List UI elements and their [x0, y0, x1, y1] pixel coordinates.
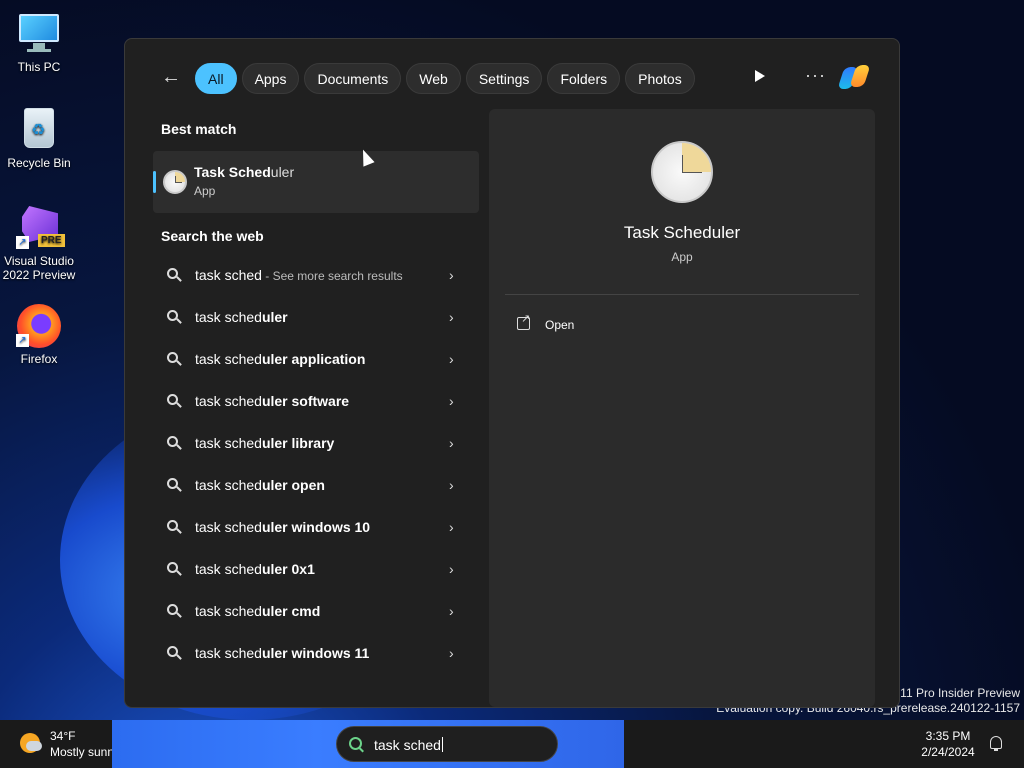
web-result-item[interactable]: task scheduler 0x1 › — [153, 550, 479, 592]
taskbar-search-box[interactable]: task sched — [336, 726, 558, 762]
web-result-label: task scheduler — [195, 309, 288, 325]
web-result-label: task sched - See more search results — [195, 267, 403, 283]
firefox-icon: ↗ — [16, 302, 62, 348]
web-result-item[interactable]: task scheduler application › — [153, 340, 479, 382]
desktop-icon-label: Visual Studio 2022 Preview — [2, 254, 76, 282]
detail-pane: Task Scheduler App Open — [489, 109, 875, 707]
web-result-label: task scheduler open — [195, 477, 325, 493]
best-match-item[interactable]: Task Scheduler App — [153, 151, 479, 213]
web-result-item[interactable]: task scheduler windows 11 › — [153, 634, 479, 676]
search-icon — [167, 310, 182, 324]
system-clock[interactable]: 3:35 PM 2/24/2024 — [914, 728, 982, 760]
weather-widget[interactable]: 34°F Mostly sunny — [8, 726, 112, 762]
tab-folders[interactable]: Folders — [547, 63, 621, 94]
search-web-heading: Search the web — [161, 228, 264, 244]
more-options-icon[interactable]: ··· — [805, 65, 826, 86]
chevron-right-icon: › — [449, 561, 454, 577]
search-icon — [167, 436, 182, 450]
copilot-icon[interactable] — [837, 63, 871, 93]
tab-settings[interactable]: Settings — [465, 63, 543, 94]
desktop-icon-label: Firefox — [20, 352, 58, 366]
clock-date: 2/24/2024 — [921, 745, 975, 759]
detail-title: Task Scheduler — [623, 223, 741, 242]
web-result-label: task scheduler software — [195, 393, 350, 409]
recycle-bin-icon: ♻ — [16, 106, 62, 152]
chevron-right-icon: › — [449, 645, 454, 661]
web-result-label: task scheduler application — [195, 351, 366, 367]
chevron-right-icon: › — [449, 309, 454, 325]
tab-all[interactable]: All — [195, 63, 237, 94]
open-action-label: Open — [545, 318, 575, 332]
web-result-item[interactable]: task scheduler software › — [153, 382, 479, 424]
best-match-subtitle: App — [194, 184, 216, 198]
chevron-right-icon: › — [449, 393, 454, 409]
back-arrow-icon[interactable]: ← — [161, 65, 185, 89]
task-scheduler-icon — [163, 170, 187, 194]
web-result-item[interactable]: task scheduler cmd › — [153, 592, 479, 634]
chevron-right-icon: › — [449, 477, 454, 493]
taskbar: 34°F Mostly sunny task sched 3:35 PM 2/2… — [0, 720, 1024, 768]
search-panel: ← All Apps Documents Web Settings Folder… — [124, 38, 900, 708]
chevron-right-icon: › — [449, 519, 454, 535]
notification-bell-icon[interactable] — [990, 736, 1002, 751]
tab-web[interactable]: Web — [406, 63, 461, 94]
open-action[interactable]: Open — [505, 309, 859, 341]
web-result-label: task scheduler cmd — [195, 603, 321, 619]
chevron-right-icon: › — [449, 267, 454, 283]
web-result-item[interactable]: task sched - See more search results › — [153, 256, 479, 298]
search-input[interactable]: task sched — [374, 737, 443, 753]
visual-studio-icon: PRE ↗ — [16, 204, 65, 250]
chevron-right-icon: › — [449, 351, 454, 367]
divider — [505, 294, 859, 295]
best-match-heading: Best match — [161, 121, 237, 137]
selection-indicator — [153, 171, 156, 193]
search-icon — [167, 520, 182, 534]
tab-photos[interactable]: Photos — [625, 63, 695, 94]
task-scheduler-large-icon — [651, 141, 713, 203]
filter-tabs: All Apps Documents Web Settings Folders … — [195, 63, 695, 94]
chevron-right-icon: › — [449, 435, 454, 451]
search-icon — [167, 478, 182, 492]
weather-cloud-icon — [26, 741, 42, 751]
weather-condition: Mostly sunny — [50, 745, 112, 759]
web-result-item[interactable]: task scheduler windows 10 › — [153, 508, 479, 550]
best-match-title: Task Scheduler — [194, 164, 295, 180]
weather-temperature: 34°F — [50, 729, 76, 743]
tab-documents[interactable]: Documents — [304, 63, 402, 94]
monitor-icon — [16, 10, 62, 56]
search-icon — [167, 646, 182, 660]
clock-time: 3:35 PM — [925, 729, 971, 743]
web-result-label: task scheduler windows 11 — [195, 645, 370, 661]
desktop-icon-label: This PC — [17, 60, 61, 74]
web-result-item[interactable]: task scheduler › — [153, 298, 479, 340]
play-icon[interactable] — [755, 70, 765, 82]
detail-subtitle: App — [671, 250, 693, 264]
search-icon — [167, 268, 182, 282]
search-icon — [167, 604, 182, 618]
web-result-item[interactable]: task scheduler library › — [153, 424, 479, 466]
desktop-icon-this-pc[interactable]: This PC — [0, 10, 78, 74]
web-result-label: task scheduler library — [195, 435, 335, 451]
search-icon — [167, 352, 182, 366]
chevron-right-icon: › — [449, 603, 454, 619]
web-result-label: task scheduler 0x1 — [195, 561, 315, 577]
search-icon — [167, 562, 182, 576]
shortcut-arrow-icon: ↗ — [16, 334, 29, 347]
watermark-line-1: s 11 Pro Insider Preview — [890, 686, 1020, 700]
open-external-icon — [517, 312, 530, 330]
preview-badge: PRE — [38, 234, 65, 247]
desktop-icon-label: Recycle Bin — [7, 156, 71, 170]
shortcut-arrow-icon: ↗ — [16, 236, 29, 249]
search-icon — [167, 394, 182, 408]
web-result-item[interactable]: task scheduler open › — [153, 466, 479, 508]
web-result-label: task scheduler windows 10 — [195, 519, 371, 535]
tab-apps[interactable]: Apps — [241, 63, 300, 94]
desktop-icon-firefox[interactable]: ↗ Firefox — [0, 302, 78, 366]
desktop-icon-recycle-bin[interactable]: ♻ Recycle Bin — [0, 106, 78, 170]
desktop-icon-visual-studio[interactable]: PRE ↗ Visual Studio 2022 Preview — [0, 204, 78, 282]
